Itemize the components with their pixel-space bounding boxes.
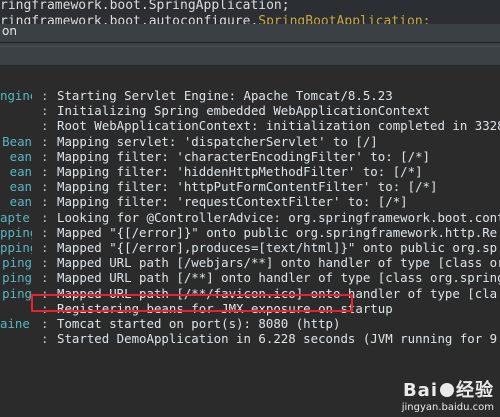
log-message: Mapping filter: 'hiddenHttpMethodFilter'… [57, 164, 423, 179]
log-message: Mapped URL path [/webjars/**] onto handl… [57, 255, 500, 271]
log-row: ean: Mapping filter: 'requestContextFilte… [0, 194, 500, 210]
log-source: ean [9, 194, 32, 210]
log-row: : Initializing Spring embedded WebApplica… [0, 103, 500, 119]
log-row: ainer: Tomcat started on port(s): 8080 (h… [0, 316, 500, 332]
log-message: Mapped "{[/error],produces=[text/html]}"… [57, 240, 498, 255]
log-row: pping: Mapped "{[/error],produces=[text/h… [0, 240, 500, 256]
log-separator: : [41, 88, 49, 103]
log-source: ean [9, 148, 32, 164]
log-separator: : [41, 179, 49, 195]
log-message: Mapped URL path [/**] onto handler of ty… [57, 270, 500, 286]
log-message: Mapping filter: 'httpPutFormContentFilte… [57, 179, 438, 195]
watermark-brand: Bai 经验 [402, 376, 494, 402]
log-row: apter: Looking for @ControllerAdvice: org… [0, 210, 500, 226]
log-separator: : [41, 240, 49, 255]
log-message: Initializing Spring embedded WebApplicat… [57, 103, 430, 119]
log-separator: : [41, 255, 49, 271]
log-source: ping [2, 270, 32, 286]
log-source: pping [0, 240, 32, 255]
log-row: ping: Mapped URL path [/webjars/**] onto … [0, 255, 500, 271]
log-separator: : [41, 209, 49, 225]
log-source: pping [0, 224, 32, 240]
log-message: Root WebApplicationContext: initializati… [57, 118, 500, 134]
log-row: ean: Mapping filter: 'hiddenHttpMethodFil… [0, 164, 500, 180]
log-row: ping: Mapped URL path [/**] onto handler … [0, 270, 500, 286]
log-source: ean [9, 164, 32, 179]
log-source: ping [2, 285, 32, 301]
log-separator: : [41, 224, 49, 240]
console-title: on [2, 24, 17, 38]
log-message: Started DemoApplication in 6.228 seconds… [57, 331, 498, 347]
log-message: Mapped "{[/error]}" onto public org.spri… [57, 224, 498, 240]
code-line-highlight: SpringBootApplication; [258, 14, 431, 24]
code-line-import: ringframework.boot.SpringApplication; [0, 0, 290, 13]
log-source: ainer [0, 316, 32, 331]
log-message: Starting Servlet Engine: Apache Tomcat/8… [57, 88, 393, 103]
log-source: Bean [2, 133, 32, 149]
watermark-url: jingyan.baidu.com [401, 402, 494, 413]
paw-icon [440, 383, 454, 397]
log-row: ngine: Starting Servlet Engine: Apache To… [0, 88, 500, 104]
watermark-brand-left: Bai [402, 380, 438, 401]
highlight-box [31, 294, 353, 312]
log-source: ngine [0, 88, 32, 103]
code-line-import-2: ringframework.boot.autoconfigure.SpringB… [0, 14, 430, 24]
log-separator: : [41, 133, 49, 149]
log-separator: : [41, 103, 49, 119]
log-source: ean [9, 179, 32, 195]
watermark: Bai 经验 jingyan.baidu.com [402, 376, 494, 413]
log-row: ean: Mapping filter: 'characterEncodingFi… [0, 149, 500, 165]
log-separator: : [41, 148, 49, 164]
code-editor-strip: ringframework.boot.SpringApplication; ri… [0, 0, 500, 24]
log-row: ean: Mapping filter: 'httpPutFormContentF… [0, 179, 500, 195]
log-row: : Root WebApplicationContext: initializat… [0, 118, 500, 134]
log-separator: : [41, 270, 49, 286]
log-separator: : [41, 164, 49, 179]
log-message: Mapping filter: 'requestContextFilter' t… [57, 194, 408, 210]
log-message: Mapping filter: 'characterEncodingFilter… [57, 148, 430, 164]
log-message: Mapping servlet: 'dispatcherServlet' to … [57, 133, 378, 149]
log-separator: : [41, 316, 49, 331]
log-separator: : [41, 194, 49, 210]
log-source: ping [2, 255, 32, 271]
log-row: Bean: Mapping servlet: 'dispatcherServlet… [0, 134, 500, 150]
console-toolbar [0, 43, 500, 66]
console-tab-header[interactable]: on [0, 24, 500, 43]
log-source: apter [0, 209, 32, 225]
log-row: : Started DemoApplication in 6.228 second… [0, 331, 500, 347]
log-message: Tomcat started on port(s): 8080 (http) [57, 316, 341, 331]
console-blank-area [0, 66, 500, 88]
log-separator: : [41, 331, 49, 347]
log-row: pping: Mapped "{[/error]}" onto public or… [0, 225, 500, 241]
log-separator: : [41, 118, 49, 134]
toolbar-divider [0, 46, 500, 47]
code-line-prefix: ringframework.boot.autoconfigure. [0, 14, 259, 24]
log-message: Looking for @ControllerAdvice: org.sprin… [57, 209, 500, 225]
watermark-brand-right: 经验 [456, 380, 494, 401]
